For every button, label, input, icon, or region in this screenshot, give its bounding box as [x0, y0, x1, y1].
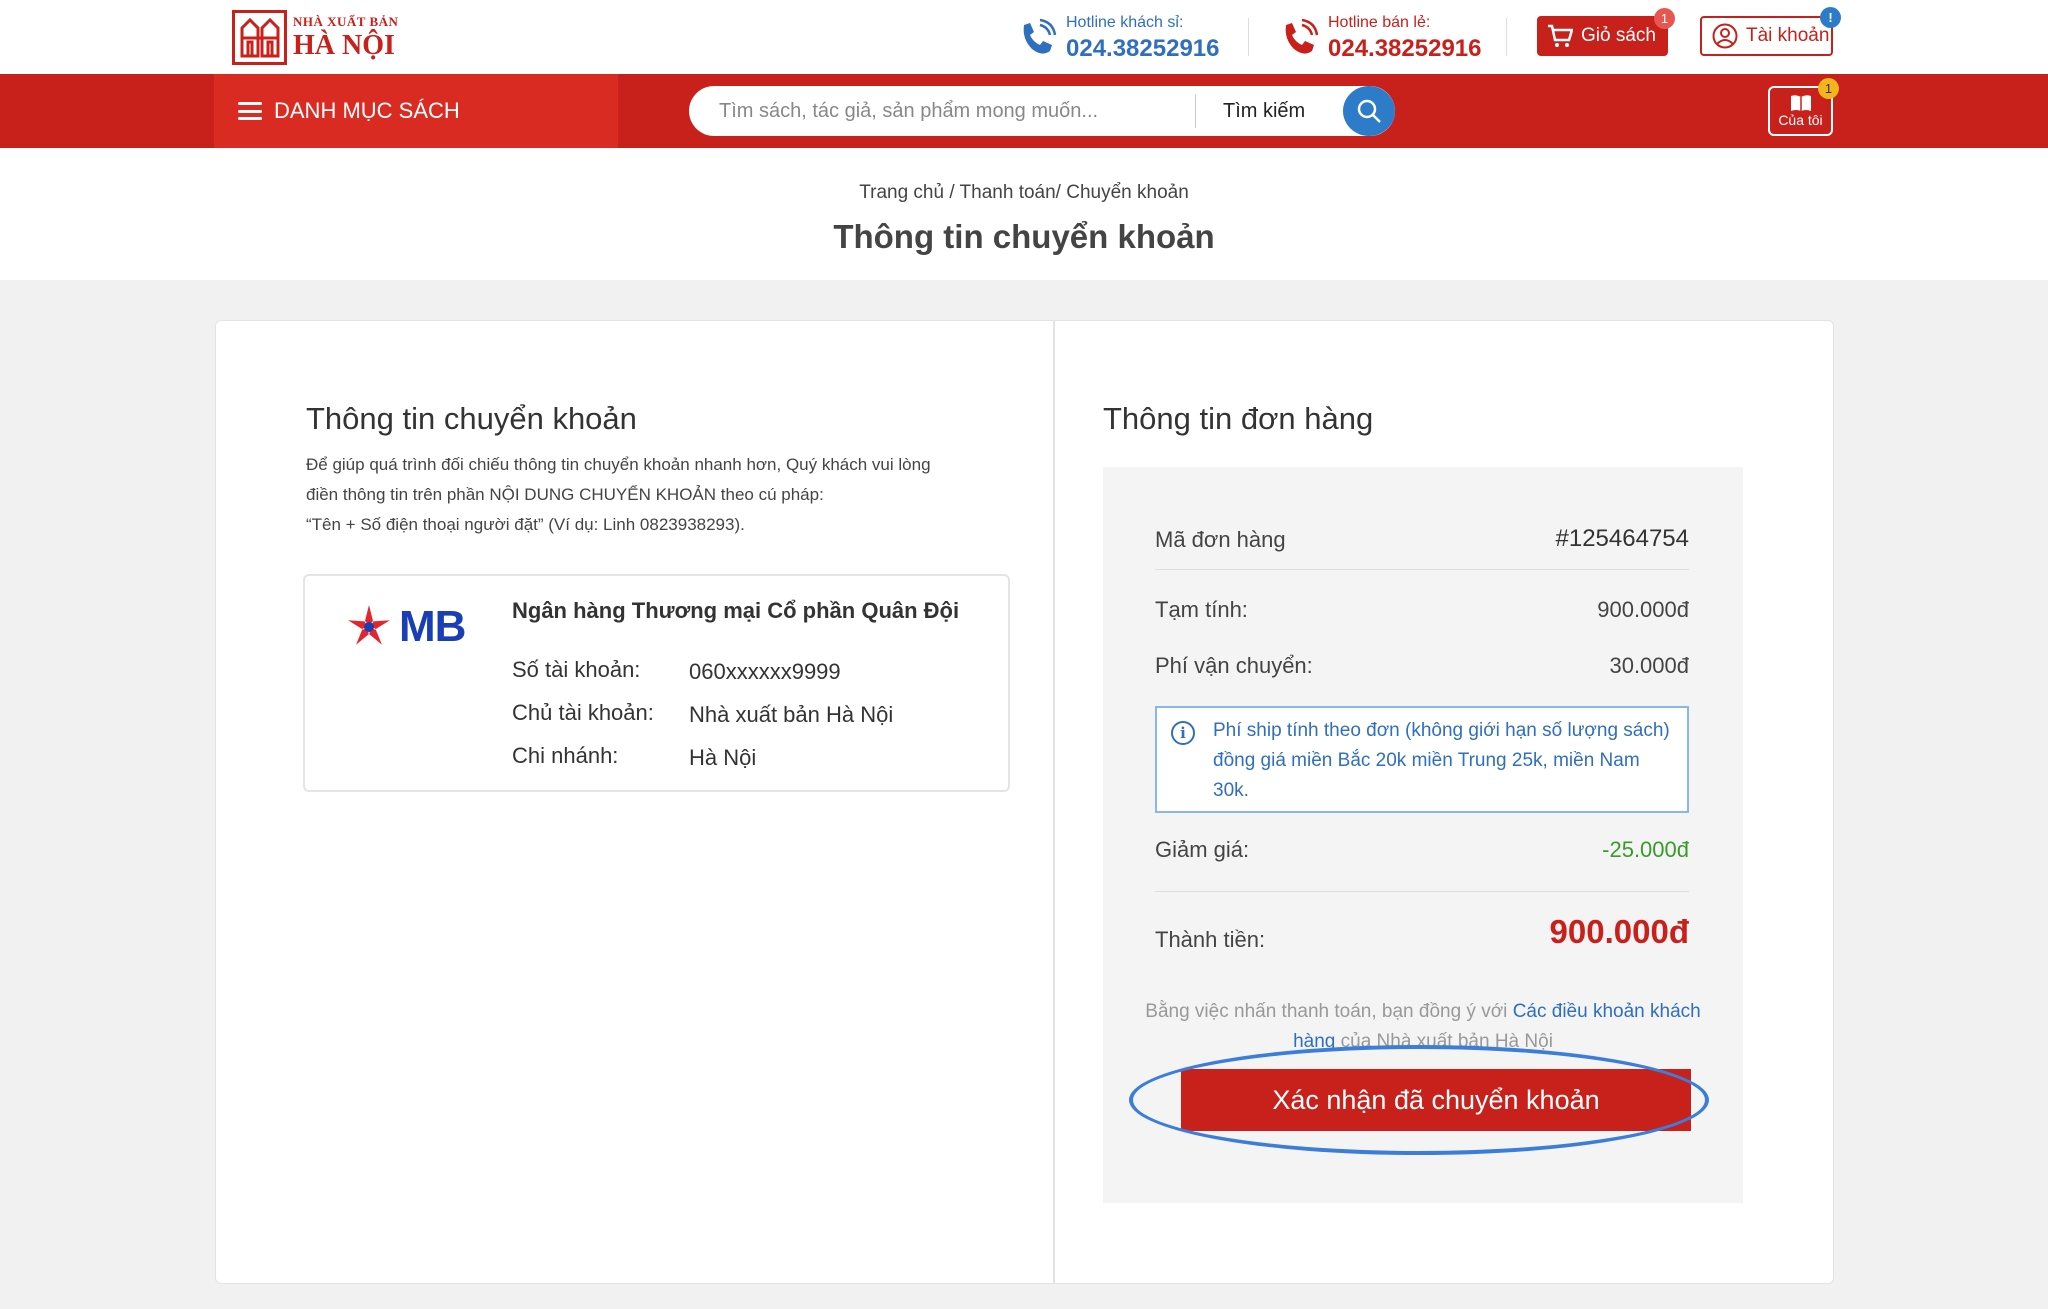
account-label: Tài khoản — [1746, 25, 1830, 46]
instruction-line: điền thông tin trên phần NỘI DUNG CHUYỂN… — [306, 485, 824, 504]
shipping-info-box: i Phí ship tính theo đơn (không giới hạn… — [1155, 706, 1689, 813]
total-label: Thành tiền: — [1155, 927, 1266, 952]
cart-button[interactable]: Giỏ sách — [1537, 16, 1668, 56]
order-code-label: Mã đơn hàng — [1155, 527, 1286, 552]
divider — [1155, 569, 1689, 570]
column-divider — [1053, 321, 1055, 1283]
user-icon — [1712, 23, 1738, 49]
account-number-label: Số tài khoản: — [512, 657, 641, 682]
logo-icon — [232, 10, 287, 65]
instruction-line: “Tên + Số điện thoại người đặt” (Ví dụ: … — [306, 515, 745, 534]
bank-name: Ngân hàng Thương mại Cổ phần Quân Đội — [512, 598, 960, 623]
my-books-badge: 1 — [1818, 78, 1839, 99]
order-code-value: #125464754 — [1555, 525, 1689, 552]
logo-big-text: HÀ NỘI — [293, 30, 395, 61]
mb-bank-logo: MB — [345, 602, 466, 652]
page-title: Thông tin chuyển khoản — [833, 218, 1215, 255]
checkout-panel: Thông tin chuyển khoản Để giúp quá trình… — [215, 320, 1834, 1284]
phone-icon — [1023, 18, 1057, 54]
mb-logo-text: MB — [399, 602, 466, 651]
total-value: 900.000đ — [1549, 913, 1689, 950]
category-label: DANH MỤC SÁCH — [274, 98, 460, 123]
account-alert-badge: ! — [1820, 7, 1841, 28]
divider — [1248, 18, 1249, 56]
terms-prefix: Bằng việc nhấn thanh toán, bạn đồng ý vớ… — [1145, 1001, 1513, 1022]
order-summary: Mã đơn hàng #125464754 Tạm tính: 900.000… — [1103, 467, 1743, 1203]
account-owner-value: Nhà xuất bản Hà Nội — [689, 702, 894, 727]
hotline-wholesale-label: Hotline khách sỉ: — [1066, 14, 1184, 31]
top-header: NHÀ XUẤT BẢN HÀ NỘI Hotline khách sỉ: 02… — [0, 0, 2048, 74]
search-button[interactable] — [1343, 86, 1395, 136]
cart-label: Giỏ sách — [1581, 25, 1656, 46]
discount-label: Giảm giá: — [1155, 837, 1250, 862]
search-input[interactable] — [719, 86, 1159, 136]
search-icon — [1357, 99, 1381, 123]
branch-label: Chi nhánh: — [512, 743, 619, 768]
confirm-transfer-button[interactable]: Xác nhận đã chuyển khoản — [1181, 1069, 1691, 1131]
account-button[interactable]: Tài khoản — [1700, 16, 1833, 56]
order-code-row: Mã đơn hàng #125464754 — [1155, 525, 1689, 553]
terms-suffix: của Nhà xuất bản Hà Nội — [1335, 1031, 1553, 1052]
info-icon: i — [1171, 721, 1195, 745]
discount-row: Giảm giá: -25.000đ — [1155, 837, 1689, 863]
subtotal-row: Tạm tính: 900.000đ — [1155, 597, 1689, 623]
shipping-value: 30.000đ — [1609, 653, 1689, 678]
mb-star-icon — [348, 605, 390, 645]
my-books-label: Của tôi — [1778, 112, 1823, 128]
bank-card: MB Ngân hàng Thương mại Cổ phần Quân Đội… — [303, 574, 1010, 792]
account-number-value: 060xxxxxx9999 — [689, 659, 841, 684]
publisher-logo[interactable]: NHÀ XUẤT BẢN HÀ NỘI — [232, 10, 398, 65]
account-owner-label: Chủ tài khoản: — [512, 700, 654, 725]
transfer-instructions: Để giúp quá trình đối chiếu thông tin ch… — [306, 450, 986, 540]
search-bar: Tìm kiếm — [689, 86, 1395, 136]
hotline-retail[interactable]: Hotline bán lẻ: 024.38252916 — [1276, 14, 1482, 63]
divider — [1155, 891, 1689, 892]
subtotal-value: 900.000đ — [1597, 597, 1689, 622]
shipping-row: Phí vận chuyển: 30.000đ — [1155, 653, 1689, 679]
hotline-retail-label: Hotline bán lẻ: — [1328, 14, 1431, 31]
main-nav: DANH MỤC SÁCH Tìm kiếm Của tôi 1 — [0, 74, 2048, 148]
divider — [1195, 94, 1196, 128]
hotline-wholesale[interactable]: Hotline khách sỉ: 024.38252916 — [1014, 14, 1220, 63]
total-row: Thành tiền: 900.000đ — [1155, 913, 1689, 953]
subtotal-label: Tạm tính: — [1155, 597, 1248, 622]
search-label[interactable]: Tìm kiếm — [1223, 86, 1305, 136]
terms-notice: Bằng việc nhấn thanh toán, bạn đồng ý vớ… — [1143, 997, 1703, 1057]
discount-value: -25.000đ — [1602, 837, 1689, 862]
hotline-retail-number[interactable]: 024.38252916 — [1328, 35, 1482, 63]
branch-value: Hà Nội — [689, 745, 757, 770]
instruction-line: Để giúp quá trình đối chiếu thông tin ch… — [306, 455, 931, 474]
breadcrumb[interactable]: Trang chủ / Thanh toán/ Chuyển khoản — [0, 182, 2048, 204]
shipping-note: Phí ship tính theo đơn (không giới hạn s… — [1213, 720, 1670, 801]
book-icon — [1790, 95, 1811, 111]
hotline-wholesale-number[interactable]: 024.38252916 — [1066, 35, 1220, 63]
phone-icon — [1285, 18, 1319, 54]
hamburger-icon — [238, 102, 262, 120]
cart-count-badge: 1 — [1654, 8, 1675, 29]
order-heading: Thông tin đơn hàng — [1103, 401, 1374, 436]
divider — [1506, 18, 1507, 56]
cart-icon — [1548, 24, 1573, 47]
logo-small-text: NHÀ XUẤT BẢN — [293, 14, 399, 29]
transfer-heading: Thông tin chuyển khoản — [306, 401, 637, 436]
page-heading-band: Trang chủ / Thanh toán/ Chuyển khoản Thô… — [0, 148, 2048, 280]
shipping-label: Phí vận chuyển: — [1155, 653, 1313, 678]
category-menu-button[interactable]: DANH MỤC SÁCH — [214, 74, 618, 148]
